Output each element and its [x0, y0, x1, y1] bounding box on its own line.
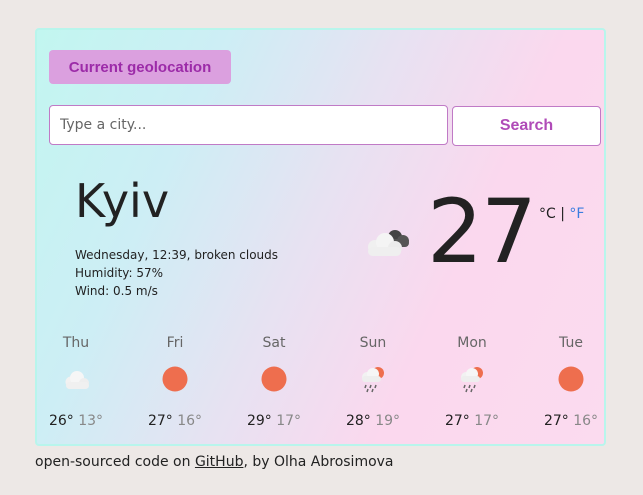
- rain-icon: [362, 367, 384, 393]
- broken-clouds-icon: [368, 230, 409, 256]
- weather-card: Current geolocation Search Kyiv Wednesda…: [35, 28, 606, 446]
- forecast-min: 16°: [573, 413, 599, 429]
- forecast-max: 27°: [147, 413, 173, 429]
- forecast-day: Sat 29° 17°: [239, 335, 309, 429]
- forecast-max: 28°: [345, 413, 371, 429]
- forecast-temps: 27° 17°: [437, 413, 507, 429]
- celsius-link[interactable]: °C: [539, 206, 556, 222]
- forecast-day: Thu 26° 13°: [41, 335, 111, 429]
- forecast-temps: 26° 13°: [41, 413, 111, 429]
- forecast-day-name: Tue: [559, 335, 583, 351]
- forecast-temps: 28° 19°: [338, 413, 408, 429]
- few-clouds-icon: [65, 371, 89, 389]
- footer-suffix: , by Olha Abrosimova: [243, 454, 394, 470]
- forecast-max: 26°: [48, 413, 74, 429]
- forecast-min: 19°: [375, 413, 401, 429]
- forecast-day-name: Sat: [262, 335, 286, 351]
- forecast-max: 27°: [444, 413, 470, 429]
- forecast-day-name: Thu: [62, 335, 90, 351]
- footer: open-sourced code on GitHub, by Olha Abr…: [35, 454, 394, 470]
- fahrenheit-link[interactable]: °F: [569, 206, 584, 222]
- forecast-day-name: Fri: [166, 335, 184, 351]
- forecast-min: 17°: [276, 413, 302, 429]
- forecast-temps: 29° 17°: [239, 413, 309, 429]
- forecast: Thu 26° 13° Fri 27° 16° Sat 29° 17° Sun …: [37, 335, 608, 435]
- current-geolocation-button[interactable]: Current geolocation: [49, 50, 231, 84]
- current-details: Wednesday, 12:39, broken clouds Humidity…: [75, 246, 278, 300]
- forecast-day: Sun 28° 19°: [338, 335, 408, 429]
- unit-switch: °C | °F: [539, 206, 584, 222]
- forecast-day: Tue 27° 16°: [536, 335, 606, 429]
- github-link[interactable]: GitHub: [195, 454, 244, 470]
- forecast-day: Mon 27° 17°: [437, 335, 507, 429]
- wind: Wind: 0.5 m/s: [75, 284, 158, 298]
- humidity: Humidity: 57%: [75, 266, 164, 280]
- datetime-description: Wednesday, 12:39, broken clouds: [75, 248, 279, 262]
- forecast-min: 17°: [474, 413, 500, 429]
- forecast-day-name: Sun: [359, 335, 387, 351]
- forecast-day: Fri 27° 16°: [140, 335, 210, 429]
- forecast-temps: 27° 16°: [140, 413, 210, 429]
- unit-separator: |: [560, 206, 565, 222]
- forecast-temps: 27° 16°: [536, 413, 606, 429]
- forecast-day-name: Mon: [457, 335, 487, 351]
- footer-prefix: open-sourced code on: [35, 454, 191, 470]
- forecast-min: 13°: [78, 413, 104, 429]
- forecast-max: 29°: [246, 413, 272, 429]
- clear-sky-icon: [558, 366, 584, 392]
- rain-icon: [461, 367, 483, 393]
- city-search-input[interactable]: [49, 105, 448, 145]
- forecast-min: 16°: [177, 413, 203, 429]
- clear-sky-icon: [261, 366, 287, 392]
- search-button[interactable]: Search: [452, 106, 601, 146]
- city-name: Kyiv: [75, 174, 170, 228]
- forecast-max: 27°: [543, 413, 569, 429]
- current-temperature: 27: [427, 180, 537, 283]
- clear-sky-icon: [162, 366, 188, 392]
